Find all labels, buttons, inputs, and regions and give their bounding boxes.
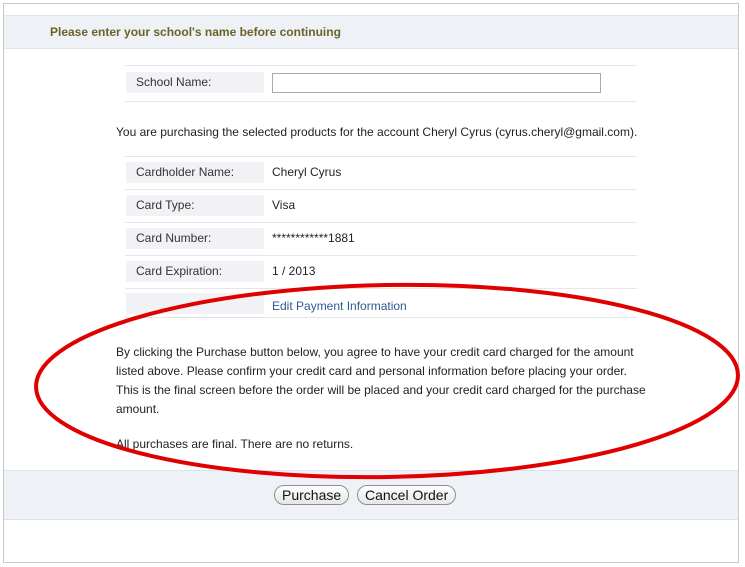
agreement-line: amount.	[116, 402, 160, 416]
card-type-label: Card Type:	[126, 195, 264, 216]
divider	[125, 65, 637, 66]
checkout-panel: Please enter your school's name before c…	[3, 3, 739, 563]
purchase-button[interactable]: Purchase	[274, 485, 350, 505]
final-sale-note: All purchases are final. There are no re…	[116, 437, 354, 451]
divider	[125, 317, 637, 318]
school-name-input[interactable]	[272, 73, 601, 93]
agreement-line: By clicking the Purchase button below, y…	[116, 345, 634, 359]
header-bar: Please enter your school's name before c…	[4, 15, 738, 49]
divider	[125, 288, 637, 289]
agreement-line: listed above. Please confirm your credit…	[116, 364, 627, 378]
school-name-label: School Name:	[126, 72, 264, 93]
edit-row-label	[126, 293, 264, 314]
divider	[125, 101, 637, 102]
divider	[125, 156, 637, 157]
header-title: Please enter your school's name before c…	[50, 25, 341, 39]
card-number-value: ************1881	[272, 231, 355, 245]
card-number-label: Card Number:	[126, 228, 264, 249]
card-type-value: Visa	[272, 198, 296, 212]
divider	[125, 189, 637, 190]
card-expiration-label: Card Expiration:	[126, 261, 264, 282]
cardholder-name-label: Cardholder Name:	[126, 162, 264, 183]
cardholder-name-value: Cheryl Cyrus	[272, 165, 342, 179]
cancel-order-button[interactable]: Cancel Order	[357, 485, 457, 505]
account-notice: You are purchasing the selected products…	[116, 125, 638, 139]
agreement-text: By clicking the Purchase button below, y…	[116, 343, 651, 419]
card-expiration-value: 1 / 2013	[272, 264, 316, 278]
divider	[125, 255, 637, 256]
edit-payment-link[interactable]: Edit Payment Information	[272, 299, 407, 313]
divider	[125, 222, 637, 223]
agreement-line: This is the final screen before the orde…	[116, 383, 646, 397]
